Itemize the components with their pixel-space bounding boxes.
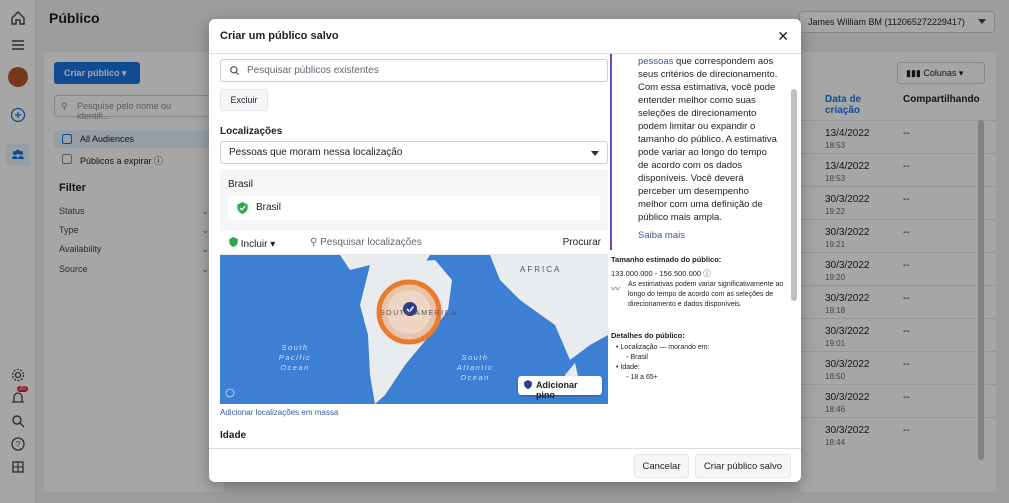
- locations-heading: Localizações: [220, 126, 283, 137]
- audience-estimate-panel: pessoas que correspondem aos seus critér…: [610, 54, 790, 449]
- create-saved-audience-button[interactable]: Criar público salvo: [695, 454, 791, 478]
- detail-text: Idade:: [620, 364, 640, 371]
- dialog-title: Criar um público salvo: [220, 30, 339, 42]
- exclude-button[interactable]: Excluir: [220, 89, 268, 111]
- chip-label: Brasil: [256, 202, 282, 213]
- save-audience-dialog: Criar um público salvo ✕ Pesquisar públi…: [209, 19, 801, 482]
- location-mode-select[interactable]: Pessoas que moram nessa localização: [220, 141, 608, 164]
- chevron-down-icon: [591, 151, 599, 156]
- detail-text: Localização — morando em:: [620, 344, 710, 351]
- learn-more-link[interactable]: Saiba mais: [638, 229, 685, 242]
- location-search-input[interactable]: ⚲ Pesquisar localizações: [310, 237, 422, 248]
- estimate-note: As estimativas podem variar significativ…: [628, 281, 784, 308]
- trend-icon: 〰: [611, 284, 621, 294]
- location-chip[interactable]: Brasil: [228, 196, 600, 220]
- details-heading: Detalhes do público:: [611, 331, 685, 340]
- close-icon[interactable]: ✕: [777, 28, 789, 45]
- country-heading: Brasil: [228, 179, 254, 190]
- location-map[interactable]: AFRICA SOUTH AMERICA South Pacific Ocean S…: [220, 255, 608, 404]
- browse-link[interactable]: Procurar: [563, 237, 601, 248]
- map-label-south-atlantic: South Atlantic Ocean: [456, 353, 494, 382]
- search-icon: [229, 65, 240, 79]
- estimate-heading: Tamanho estimado do público:: [611, 255, 722, 264]
- location-search-row: Incluir ▾ ⚲ Pesquisar localizações Procu…: [220, 231, 608, 255]
- age-heading: Idade: [220, 430, 247, 441]
- bulk-add-locations-link[interactable]: Adicionar localizações em massa: [220, 408, 338, 417]
- include-dropdown[interactable]: Incluir ▾: [229, 237, 275, 250]
- dialog-header: Criar um público salvo ✕: [209, 19, 801, 54]
- search-placeholder: Pesquisar públicos existentes: [247, 65, 379, 76]
- map-label-south-america: SOUTH AMERICA: [380, 310, 457, 317]
- cancel-button[interactable]: Cancelar: [634, 454, 689, 478]
- location-search-placeholder: Pesquisar localizações: [320, 237, 422, 248]
- people-link[interactable]: pessoas: [638, 56, 673, 67]
- existing-audiences-search[interactable]: Pesquisar públicos existentes: [220, 59, 608, 82]
- estimate-value: 133.000.000 - 156.500.000 ⓘ: [611, 268, 711, 279]
- estimate-range: 133.000.000 - 156.500.000: [611, 269, 702, 278]
- estimate-description-text: que correspondem aos seus critérios de d…: [638, 56, 778, 223]
- map-label-south-pacific: South Pacific Ocean: [279, 343, 312, 372]
- detail-age-range: ◦ 18 a 65+: [626, 374, 658, 381]
- estimate-description: pessoas que correspondem aos seus critér…: [610, 54, 780, 250]
- detail-text: Brasil: [630, 354, 648, 361]
- detail-location: • Localização — morando em:: [616, 344, 710, 351]
- search-icon: ⚲: [310, 237, 318, 248]
- map-label-africa: AFRICA: [520, 265, 561, 274]
- info-icon[interactable]: ⓘ: [703, 269, 711, 278]
- dialog-scrollbar[interactable]: [791, 89, 797, 301]
- location-pin-icon: [237, 202, 248, 217]
- add-pin-button[interactable]: Adicionar pino: [518, 376, 602, 400]
- include-label: Incluir: [240, 239, 268, 250]
- detail-text: 18 a 65+: [630, 374, 658, 381]
- dialog-footer: Cancelar Criar público salvo: [209, 448, 801, 482]
- location-mode-value: Pessoas que moram nessa localização: [229, 147, 403, 158]
- detail-country: ◦ Brasil: [626, 354, 648, 361]
- detail-age: • Idade:: [616, 364, 640, 371]
- pin-icon: [524, 380, 532, 391]
